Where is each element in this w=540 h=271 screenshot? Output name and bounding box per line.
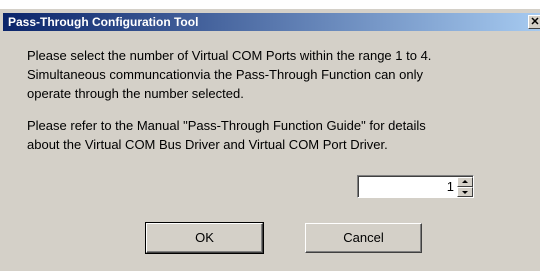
port-count-spinner[interactable]: 1 (357, 175, 474, 198)
reference-text: Please refer to the Manual "Pass-Through… (27, 116, 527, 154)
close-button[interactable]: ✕ (528, 15, 540, 29)
instruction-line: Simultaneous communcationvia the Pass-Th… (27, 67, 423, 82)
reference-line: about the Virtual COM Bus Driver and Vir… (27, 137, 388, 152)
spin-down-arrow-icon (462, 191, 468, 194)
window-title: Pass-Through Configuration Tool (8, 15, 199, 29)
ok-button[interactable]: OK (145, 222, 264, 254)
instruction-text: Please select the number of Virtual COM … (27, 46, 527, 103)
spin-down-button[interactable] (457, 187, 473, 197)
spinner-field: 1 (358, 176, 473, 197)
spin-up-arrow-icon (462, 180, 468, 183)
reference-line: Please refer to the Manual "Pass-Through… (27, 118, 426, 133)
title-bar[interactable]: Pass-Through Configuration Tool ✕ (3, 13, 540, 31)
instruction-line: operate through the number selected. (27, 86, 244, 101)
port-count-input[interactable]: 1 (361, 179, 454, 195)
spin-up-button[interactable] (457, 177, 473, 187)
close-icon: ✕ (530, 16, 540, 28)
cancel-button[interactable]: Cancel (305, 223, 422, 253)
instruction-line: Please select the number of Virtual COM … (27, 48, 432, 63)
